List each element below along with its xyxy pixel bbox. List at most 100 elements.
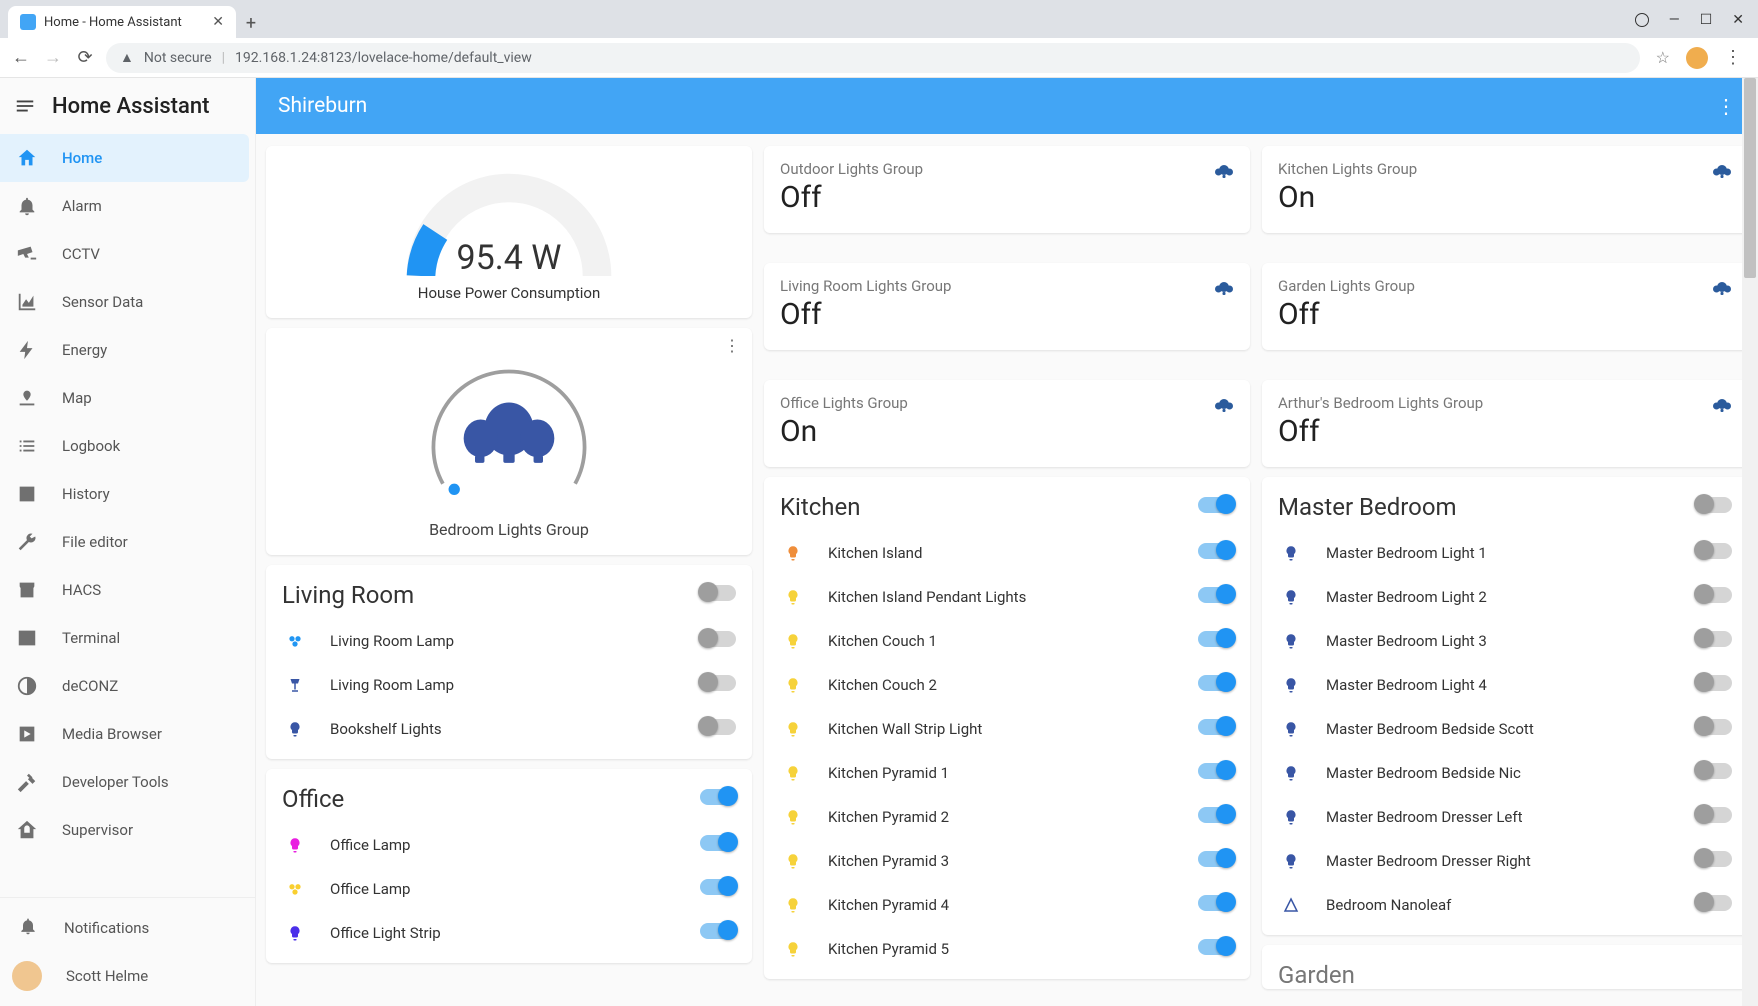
- entity-row[interactable]: Living Room Lamp: [282, 619, 736, 663]
- entity-row[interactable]: Kitchen Wall Strip Light: [780, 707, 1234, 751]
- entity-toggle[interactable]: [700, 719, 736, 739]
- entity-row[interactable]: Master Bedroom Light 1: [1278, 531, 1732, 575]
- sidebar-item-file-editor[interactable]: File editor: [0, 518, 255, 566]
- entity-row[interactable]: Bedroom Nanoleaf: [1278, 883, 1732, 927]
- window-close-button[interactable]: ✕: [1732, 12, 1744, 28]
- master-toggle[interactable]: [700, 585, 736, 605]
- entity-toggle[interactable]: [1198, 895, 1234, 915]
- entity-row[interactable]: Kitchen Pyramid 5: [780, 927, 1234, 971]
- entity-row[interactable]: Kitchen Island: [780, 531, 1234, 575]
- entity-toggle[interactable]: [1696, 587, 1732, 607]
- entity-row[interactable]: Kitchen Pyramid 4: [780, 883, 1234, 927]
- browser-tab[interactable]: Home - Home Assistant ✕: [8, 6, 236, 38]
- sidebar-item-deconz[interactable]: deCONZ: [0, 662, 255, 710]
- entity-toggle[interactable]: [1198, 587, 1234, 607]
- entity-toggle[interactable]: [1198, 851, 1234, 871]
- reload-button[interactable]: ⟳: [74, 47, 96, 68]
- entity-toggle[interactable]: [1696, 675, 1732, 695]
- sidebar-item-history[interactable]: History: [0, 470, 255, 518]
- entity-toggle[interactable]: [700, 675, 736, 695]
- profile-avatar[interactable]: [1686, 47, 1708, 69]
- master-toggle[interactable]: [1198, 497, 1234, 517]
- entity-row[interactable]: Master Bedroom Bedside Scott: [1278, 707, 1732, 751]
- entity-row[interactable]: Kitchen Pyramid 2: [780, 795, 1234, 839]
- master-toggle[interactable]: [1696, 497, 1732, 517]
- entity-row[interactable]: Master Bedroom Light 2: [1278, 575, 1732, 619]
- sidebar-item-label: CCTV: [62, 245, 100, 263]
- entity-toggle[interactable]: [1696, 719, 1732, 739]
- sidebar-item-label: Developer Tools: [62, 773, 169, 791]
- entity-toggle[interactable]: [700, 631, 736, 651]
- window-maximize-button[interactable]: ☐: [1700, 12, 1713, 28]
- menu-icon[interactable]: [14, 95, 36, 117]
- entity-name: Bookshelf Lights: [330, 720, 678, 738]
- window-minimize-button[interactable]: —: [1669, 12, 1680, 28]
- sidebar-item-supervisor[interactable]: Supervisor: [0, 806, 255, 854]
- window-scrollbar[interactable]: [1742, 78, 1758, 1006]
- entity-row[interactable]: Kitchen Couch 2: [780, 663, 1234, 707]
- entity-row[interactable]: Kitchen Pyramid 3: [780, 839, 1234, 883]
- gauge-card[interactable]: 95.4 W House Power Consumption: [266, 146, 752, 318]
- sidebar-item-home[interactable]: Home: [0, 134, 249, 182]
- light-group-card[interactable]: Kitchen Lights Group On: [1262, 146, 1748, 233]
- entity-row[interactable]: Master Bedroom Light 3: [1278, 619, 1732, 663]
- entity-toggle[interactable]: [1696, 807, 1732, 827]
- entity-toggle[interactable]: [1198, 939, 1234, 959]
- sidebar-notifications[interactable]: Notifications: [0, 904, 255, 952]
- entity-toggle[interactable]: [1198, 719, 1234, 739]
- entity-row[interactable]: Bookshelf Lights: [282, 707, 736, 751]
- entity-row[interactable]: Master Bedroom Bedside Nic: [1278, 751, 1732, 795]
- master-toggle[interactable]: [700, 789, 736, 809]
- entity-toggle[interactable]: [1198, 675, 1234, 695]
- sidebar-user[interactable]: Scott Helme: [0, 952, 255, 1000]
- sidebar-item-media-browser[interactable]: Media Browser: [0, 710, 255, 758]
- entity-row[interactable]: Office Lamp: [282, 823, 736, 867]
- entity-toggle[interactable]: [1696, 895, 1732, 915]
- entity-toggle[interactable]: [1198, 543, 1234, 563]
- sidebar-item-hacs[interactable]: HACS: [0, 566, 255, 614]
- close-tab-icon[interactable]: ✕: [212, 14, 224, 30]
- entity-row[interactable]: Living Room Lamp: [282, 663, 736, 707]
- sidebar-item-logbook[interactable]: Logbook: [0, 422, 255, 470]
- entity-toggle[interactable]: [700, 835, 736, 855]
- entity-toggle[interactable]: [1198, 763, 1234, 783]
- entity-toggle[interactable]: [700, 923, 736, 943]
- entity-toggle[interactable]: [1696, 631, 1732, 651]
- entity-toggle[interactable]: [1696, 763, 1732, 783]
- sidebar-item-energy[interactable]: Energy: [0, 326, 255, 374]
- light-group-card[interactable]: Office Lights Group On: [764, 380, 1250, 467]
- light-group-card[interactable]: Garden Lights Group Off: [1262, 263, 1748, 350]
- light-group-card[interactable]: Arthur's Bedroom Lights Group Off: [1262, 380, 1748, 467]
- entity-row[interactable]: Office Light Strip: [282, 911, 736, 955]
- sidebar-item-map[interactable]: Map: [0, 374, 255, 422]
- entity-row[interactable]: Master Bedroom Dresser Right: [1278, 839, 1732, 883]
- entity-row[interactable]: Kitchen Pyramid 1: [780, 751, 1234, 795]
- entity-row[interactable]: Kitchen Island Pendant Lights: [780, 575, 1234, 619]
- entity-toggle[interactable]: [1198, 631, 1234, 651]
- entity-row[interactable]: Kitchen Couch 1: [780, 619, 1234, 663]
- new-tab-button[interactable]: +: [236, 13, 266, 38]
- browser-menu-icon[interactable]: ⋮: [1724, 47, 1742, 68]
- entity-row[interactable]: Master Bedroom Dresser Left: [1278, 795, 1732, 839]
- forward-button[interactable]: →: [42, 47, 64, 68]
- bookmark-icon[interactable]: ☆: [1656, 48, 1670, 67]
- light-group-card[interactable]: Outdoor Lights Group Off: [764, 146, 1250, 233]
- sidebar-item-sensor-data[interactable]: Sensor Data: [0, 278, 255, 326]
- entity-row[interactable]: Office Lamp: [282, 867, 736, 911]
- appbar-menu-icon[interactable]: ⋮: [1716, 94, 1736, 118]
- entity-toggle[interactable]: [700, 879, 736, 899]
- light-group-card[interactable]: Living Room Lights Group Off: [764, 263, 1250, 350]
- omnibox[interactable]: ▲ Not secure | 192.168.1.24:8123/lovelac…: [106, 43, 1640, 73]
- entity-row[interactable]: Master Bedroom Light 4: [1278, 663, 1732, 707]
- thermostat-card[interactable]: ⋮: [266, 328, 752, 555]
- sidebar-item-terminal[interactable]: Terminal: [0, 614, 255, 662]
- account-circle-icon[interactable]: [1635, 13, 1649, 27]
- entity-toggle[interactable]: [1696, 543, 1732, 563]
- back-button[interactable]: ←: [10, 47, 32, 68]
- sidebar-item-developer-tools[interactable]: Developer Tools: [0, 758, 255, 806]
- sidebar-item-cctv[interactable]: CCTV: [0, 230, 255, 278]
- sidebar-item-alarm[interactable]: Alarm: [0, 182, 255, 230]
- entity-toggle[interactable]: [1696, 851, 1732, 871]
- entity-toggle[interactable]: [1198, 807, 1234, 827]
- card-menu-icon[interactable]: ⋮: [724, 336, 740, 355]
